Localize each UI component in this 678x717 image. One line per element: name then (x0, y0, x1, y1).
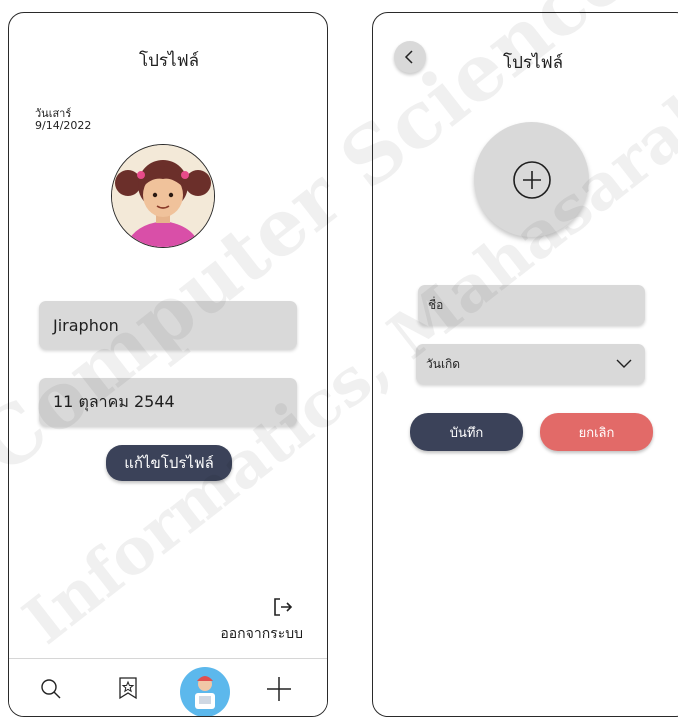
cancel-button[interactable]: ยกเลิก (540, 413, 653, 451)
nav-add[interactable] (265, 675, 293, 703)
search-icon (41, 679, 61, 699)
profile-edit-screen: โปรไฟล์ วันเกิด บันทึก ยกเลิก (372, 12, 678, 717)
chevron-down-icon (616, 359, 632, 368)
bottom-nav (9, 658, 327, 716)
chevron-left-icon (404, 50, 413, 64)
page-title: โปรไฟล์ (138, 51, 200, 71)
nav-profile[interactable] (180, 667, 230, 716)
plus-icon (267, 677, 291, 701)
nav-bookmark[interactable] (117, 676, 139, 700)
logout-icon (274, 598, 293, 616)
nav-search[interactable] (39, 677, 63, 701)
profile-view-screen: โปรไฟล์ วันเสาร์ 9/14/2022 Jiraphon 11 ต… (8, 12, 328, 717)
plus-circle-icon (512, 160, 551, 199)
back-button[interactable] (394, 41, 426, 73)
profile-user-icon (195, 676, 215, 709)
logout-button[interactable]: ออกจากระบบ (189, 595, 303, 645)
date-value: 9/14/2022 (35, 119, 92, 132)
avatar (111, 144, 215, 248)
name-display: Jiraphon (39, 301, 297, 349)
edit-profile-button[interactable]: แก้ไขโปรไฟล์ (106, 445, 232, 481)
birthdate-select[interactable]: วันเกิด (416, 344, 645, 384)
girl-avatar-icon (112, 145, 214, 247)
star-bookmark-icon (119, 677, 137, 700)
date-display: วันเสาร์ 9/14/2022 (35, 108, 91, 132)
save-button[interactable]: บันทึก (410, 413, 523, 451)
add-photo-button[interactable] (474, 122, 589, 237)
birthdate-display: 11 ตุลาคม 2544 (39, 378, 297, 426)
page-title: โปรไฟล์ (502, 53, 564, 73)
name-field[interactable] (418, 285, 645, 325)
birthdate-select-label: วันเกิด (426, 356, 461, 371)
logout-label: ออกจากระบบ (220, 626, 303, 642)
